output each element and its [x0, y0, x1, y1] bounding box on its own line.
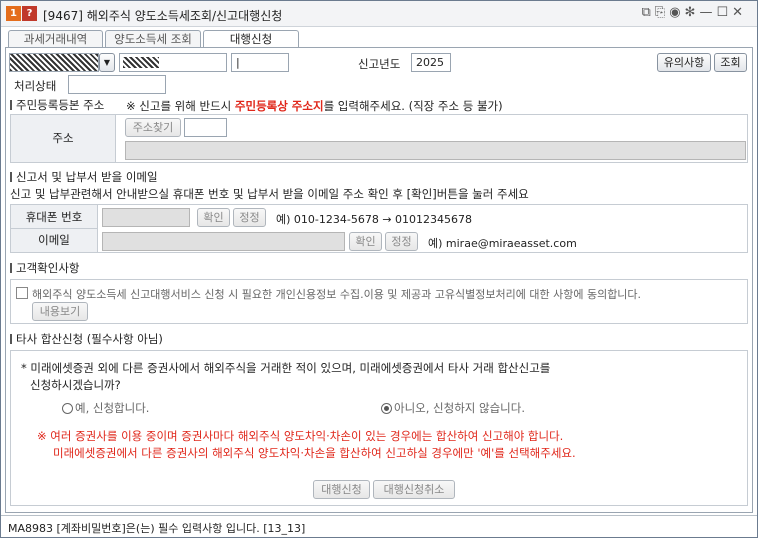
- help-icon[interactable]: ?: [22, 6, 37, 21]
- email-example: 예) mirae@miraeasset.com: [428, 237, 577, 250]
- contact-section-title: 신고서 및 납부서 받을 이메일: [10, 169, 158, 185]
- window: 1 ? [9467] 해외주식 양도소득세조회/신고대행신청 ⧉⎘◉✻—☐✕ 과…: [0, 0, 758, 538]
- masked-name: [123, 57, 159, 68]
- radio-yes[interactable]: [62, 403, 73, 414]
- email-label: 이메일: [11, 229, 98, 252]
- minimize-icon[interactable]: —: [699, 5, 716, 20]
- consent-checkbox[interactable]: [16, 287, 28, 299]
- chevron-down-icon[interactable]: ▼: [99, 53, 115, 72]
- query-button[interactable]: 조회: [714, 53, 747, 72]
- notice-button[interactable]: 유의사항: [657, 53, 711, 72]
- close-icon[interactable]: ✕: [732, 5, 747, 20]
- copy-icon[interactable]: ⎘: [655, 5, 669, 20]
- other-broker-question-2: 신청하시겠습니까?: [30, 378, 121, 392]
- phone-example: 예) 010-1234-5678 → 01012345678: [276, 213, 473, 226]
- tab-taxable-transactions[interactable]: 과세거래내역: [8, 30, 103, 48]
- phone-field[interactable]: [102, 208, 190, 227]
- zipcode-field[interactable]: [184, 118, 227, 137]
- email-confirm-button[interactable]: 확인: [349, 232, 382, 251]
- window-tools: ⧉⎘◉✻—☐✕: [641, 5, 747, 20]
- warning-line-1: ※ 여러 증권사를 이용 중이며 증권사마다 해외주식 양도차익·차손이 있는 …: [37, 429, 564, 443]
- warning-line-2: 미래에셋증권에서 다른 증권사의 해외주식 양도차익·차손을 합산하여 신고하실…: [53, 446, 576, 460]
- status-field: [68, 75, 166, 94]
- cancel-filing-button[interactable]: 대행신청취소: [373, 480, 455, 499]
- phone-label: 휴대폰 번호: [11, 205, 98, 229]
- email-edit-button[interactable]: 정정: [385, 232, 418, 251]
- find-address-button[interactable]: 주소찾기: [125, 118, 181, 137]
- camera-icon[interactable]: ◉: [669, 5, 684, 20]
- address-section-title: 주민등록등본 주소: [10, 97, 104, 113]
- option-yes[interactable]: 예, 신청합니다.: [62, 400, 149, 416]
- gear-icon[interactable]: ✻: [685, 5, 700, 20]
- view-terms-button[interactable]: 내용보기: [32, 302, 88, 321]
- status-label: 처리상태: [14, 79, 57, 93]
- address-label: 주소: [11, 115, 116, 162]
- account-name-field: [119, 53, 227, 72]
- year-label: 신고년도: [358, 57, 401, 71]
- apply-filing-button[interactable]: 대행신청: [313, 480, 370, 499]
- email-field[interactable]: [102, 232, 345, 251]
- number-one-icon: 1: [6, 6, 21, 21]
- main-panel: ▒▒▒▒▒▒▒▒▒▒▒ ▼ | 신고년도 2025 유의사항 조회 처리상태 주…: [5, 47, 753, 513]
- phone-confirm-button[interactable]: 확인: [197, 208, 230, 227]
- title-bar: 1 ? [9467] 해외주식 양도소득세조회/신고대행신청 ⧉⎘◉✻—☐✕: [1, 1, 757, 27]
- status-message: MA8983 [계좌비밀번호]은(는) 필수 입력사항 입니다. [13_13]: [8, 522, 306, 535]
- consent-text: 해외주식 양도소득세 신고대행서비스 신청 시 필요한 개인신용정보 수집.이용…: [32, 288, 642, 301]
- year-field[interactable]: 2025: [411, 53, 451, 72]
- phone-edit-button[interactable]: 정정: [233, 208, 266, 227]
- password-field[interactable]: |: [231, 53, 289, 72]
- other-broker-section-title: 타사 합산신청 (필수사항 아님): [10, 331, 163, 347]
- layout-icon[interactable]: ⧉: [641, 5, 654, 20]
- address-box: 주소 주소찾기: [10, 114, 748, 163]
- other-broker-question-1: * 미래에셋증권 외에 다른 증권사에서 해외주식을 거래한 적이 있으며, 미…: [21, 361, 551, 375]
- status-bar: MA8983 [계좌비밀번호]은(는) 필수 입력사항 입니다. [13_13]: [1, 515, 757, 537]
- radio-no[interactable]: [381, 403, 392, 414]
- address-note: ※ 신고를 위해 반드시 주민등록상 주소지를 입력해주세요. (직장 주소 등…: [126, 99, 503, 113]
- window-title: [9467] 해외주식 양도소득세조회/신고대행신청: [43, 9, 283, 23]
- other-broker-box: * 미래에셋증권 외에 다른 증권사에서 해외주식을 거래한 적이 있으며, 미…: [10, 350, 748, 506]
- tab-capital-gains-tax[interactable]: 양도소득세 조회: [105, 30, 201, 48]
- contact-box: 휴대폰 번호 확인 정정 예) 010-1234-5678 → 01012345…: [10, 204, 748, 253]
- consent-section-title: 고객확인사항: [10, 260, 79, 276]
- account-number-field[interactable]: ▒▒▒▒▒▒▒▒▒▒▒: [9, 53, 99, 72]
- consent-box: 해외주식 양도소득세 신고대행서비스 신청 시 필요한 개인신용정보 수집.이용…: [10, 279, 748, 324]
- contact-description: 신고 및 납부관련해서 안내받으실 휴대폰 번호 및 납부서 받을 이메일 주소…: [10, 187, 529, 201]
- maximize-icon[interactable]: ☐: [716, 5, 732, 20]
- option-no[interactable]: 아니오, 신청하지 않습니다.: [381, 400, 525, 416]
- address-field[interactable]: [125, 141, 746, 160]
